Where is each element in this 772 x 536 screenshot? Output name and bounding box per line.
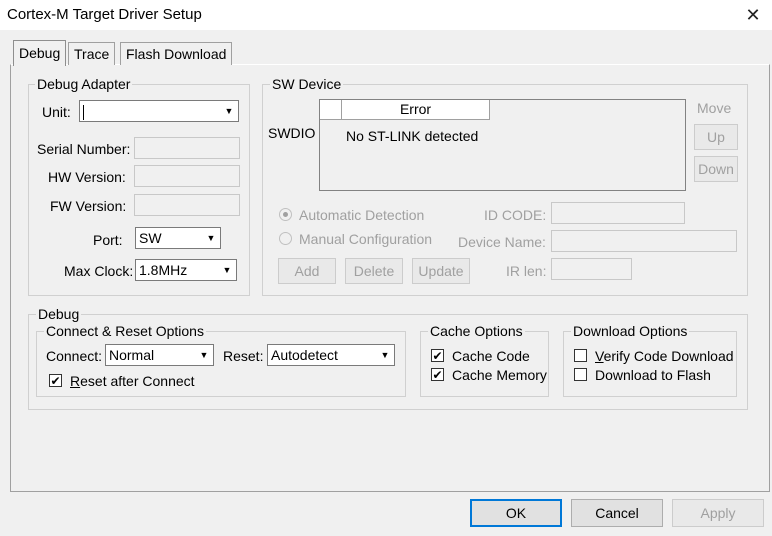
max-clock-select[interactable]: 1.8MHz ▼ bbox=[135, 259, 237, 281]
status-message: No ST-LINK detected bbox=[346, 128, 479, 144]
manual-configuration-label: Manual Configuration bbox=[299, 231, 433, 247]
fw-version-field bbox=[134, 194, 240, 216]
unit-value bbox=[80, 102, 220, 120]
text-caret bbox=[83, 104, 84, 120]
automatic-detection-radio[interactable] bbox=[279, 208, 292, 221]
cache-options-title: Cache Options bbox=[428, 323, 525, 339]
cache-code-checkbox[interactable]: ✔ bbox=[431, 349, 444, 362]
automatic-detection-label: Automatic Detection bbox=[299, 207, 425, 223]
tab-flash-download[interactable]: Flash Download bbox=[120, 42, 233, 65]
id-code-field bbox=[551, 202, 685, 224]
tab-debug-label: Debug bbox=[19, 45, 61, 61]
ir-len-label: IR len: bbox=[506, 263, 547, 279]
check-icon: ✔ bbox=[50, 373, 61, 388]
serial-number-field bbox=[134, 137, 240, 159]
cache-code-label: Cache Code bbox=[452, 348, 530, 364]
connect-value: Normal bbox=[109, 347, 155, 363]
connect-reset-title: Connect & Reset Options bbox=[44, 323, 206, 339]
max-clock-value: 1.8MHz bbox=[139, 262, 188, 278]
tab-trace-label: Trace bbox=[74, 46, 110, 62]
tab-trace[interactable]: Trace bbox=[68, 42, 116, 65]
cancel-button[interactable]: Cancel bbox=[571, 499, 663, 527]
connect-label: Connect: bbox=[46, 348, 103, 364]
list-header-error[interactable]: Error bbox=[342, 100, 490, 120]
download-to-flash-label: Download to Flash bbox=[595, 367, 711, 383]
reset-select[interactable]: Autodetect ▼ bbox=[267, 344, 395, 366]
verify-code-download-checkbox[interactable] bbox=[574, 349, 587, 362]
device-name-field bbox=[551, 230, 737, 252]
move-up-button[interactable]: Up bbox=[694, 124, 738, 150]
fw-version-label: FW Version: bbox=[50, 198, 127, 214]
id-code-label: ID CODE: bbox=[484, 207, 547, 223]
ok-button[interactable]: OK bbox=[470, 499, 562, 527]
move-down-button[interactable]: Down bbox=[694, 156, 738, 182]
list-header-spacer bbox=[320, 100, 342, 120]
cache-memory-checkbox[interactable]: ✔ bbox=[431, 368, 444, 381]
unit-label: Unit: bbox=[42, 104, 71, 120]
check-icon: ✔ bbox=[432, 367, 443, 382]
manual-configuration-radio[interactable] bbox=[279, 232, 292, 245]
debug-group-title: Debug bbox=[36, 306, 82, 322]
ir-len-field bbox=[551, 258, 632, 280]
window-title: Cortex-M Target Driver Setup bbox=[7, 6, 202, 23]
hw-version-field bbox=[134, 165, 240, 187]
chevron-down-icon[interactable]: ▼ bbox=[195, 345, 213, 365]
delete-button[interactable]: Delete bbox=[345, 258, 403, 284]
port-value: SW bbox=[139, 230, 162, 246]
reset-label: Reset: bbox=[223, 348, 264, 364]
swdio-label: SWDIO bbox=[268, 125, 316, 141]
chevron-down-icon[interactable]: ▼ bbox=[220, 101, 238, 121]
apply-button[interactable]: Apply bbox=[672, 499, 764, 527]
serial-number-label: Serial Number: bbox=[37, 141, 131, 157]
reset-value: Autodetect bbox=[271, 347, 338, 363]
verify-code-download-label: Verify Code Download bbox=[595, 348, 734, 364]
update-button[interactable]: Update bbox=[412, 258, 470, 284]
port-label: Port: bbox=[93, 232, 123, 248]
device-name-label: Device Name: bbox=[458, 234, 546, 250]
port-select[interactable]: SW ▼ bbox=[135, 227, 221, 249]
connect-select[interactable]: Normal ▼ bbox=[105, 344, 214, 366]
max-clock-label: Max Clock: bbox=[64, 263, 134, 279]
chevron-down-icon[interactable]: ▼ bbox=[218, 260, 236, 280]
tab-debug[interactable]: Debug bbox=[13, 40, 67, 66]
reset-after-connect-label: Reset after Connect bbox=[70, 373, 195, 389]
tab-flash-download-label: Flash Download bbox=[126, 46, 227, 62]
unit-select[interactable]: ▼ bbox=[79, 100, 239, 122]
add-button[interactable]: Add bbox=[278, 258, 336, 284]
check-icon: ✔ bbox=[432, 348, 443, 363]
hw-version-label: HW Version: bbox=[48, 169, 126, 185]
download-options-title: Download Options bbox=[571, 323, 690, 339]
chevron-down-icon[interactable]: ▼ bbox=[202, 228, 220, 248]
radio-dot bbox=[283, 212, 288, 217]
reset-after-connect-checkbox[interactable]: ✔ bbox=[49, 374, 62, 387]
download-to-flash-checkbox[interactable] bbox=[574, 368, 587, 381]
debug-adapter-title: Debug Adapter bbox=[35, 76, 133, 92]
move-label: Move bbox=[697, 100, 732, 116]
cache-memory-label: Cache Memory bbox=[452, 367, 547, 383]
close-icon[interactable]: ✕ bbox=[736, 0, 770, 30]
sw-device-title: SW Device bbox=[270, 76, 344, 92]
chevron-down-icon[interactable]: ▼ bbox=[376, 345, 394, 365]
sw-device-list[interactable]: Error No ST-LINK detected bbox=[319, 99, 686, 191]
